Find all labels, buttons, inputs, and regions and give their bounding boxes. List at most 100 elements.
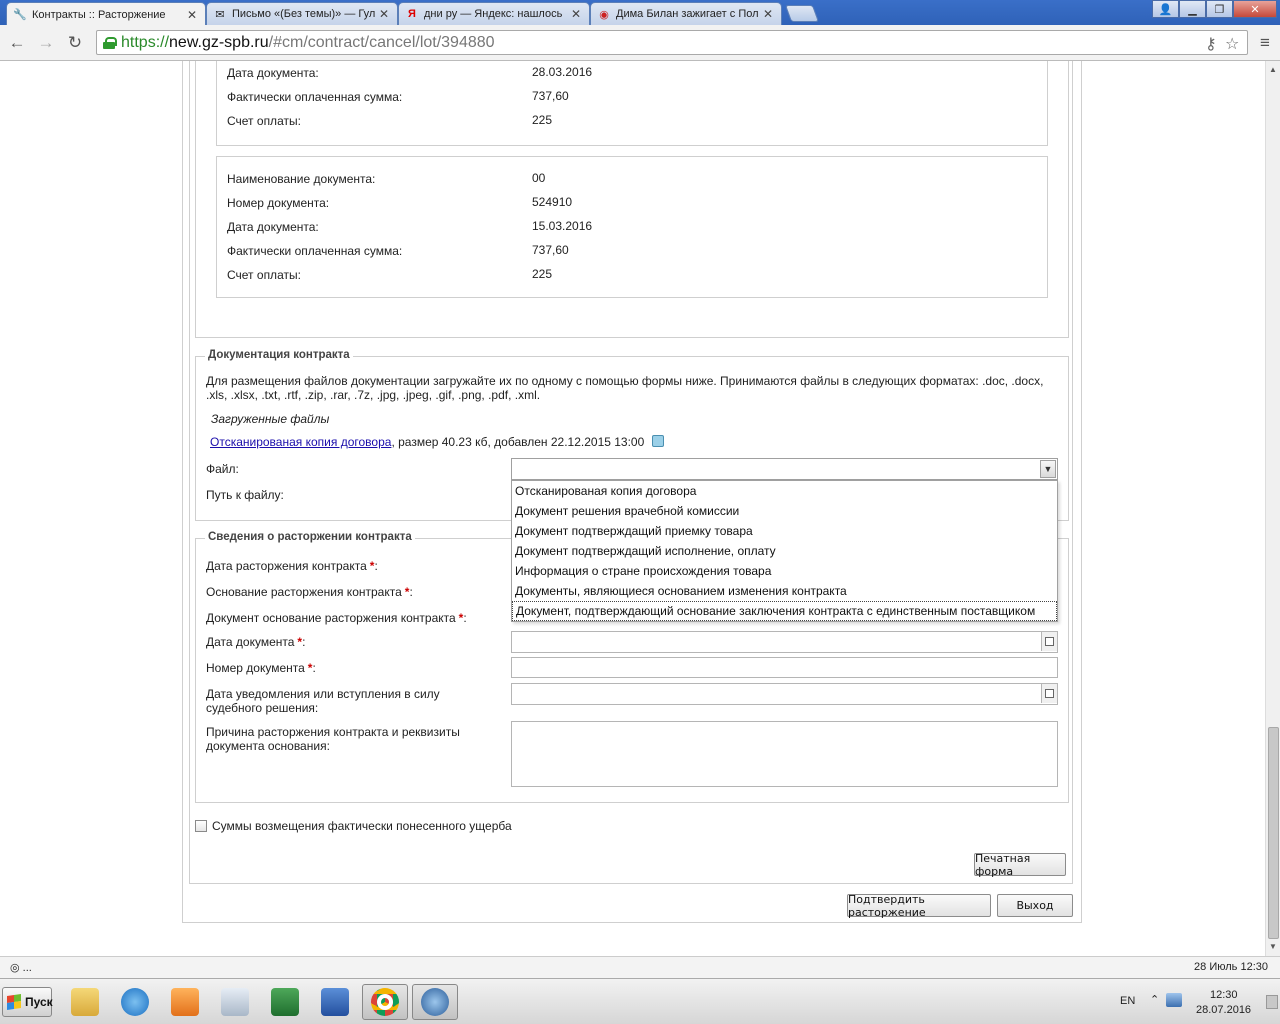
reason-textarea[interactable] xyxy=(511,721,1058,787)
taskbar-ie[interactable] xyxy=(112,984,158,1020)
notice-date-input[interactable] xyxy=(511,683,1058,705)
account-label: Счет оплаты: xyxy=(227,268,301,282)
label-colon: : xyxy=(302,635,306,649)
doc-number-label: Номер документа: xyxy=(227,196,330,210)
doc-number-value: 524910 xyxy=(532,195,573,209)
option-item[interactable]: Информация о стране происхождения товара xyxy=(512,561,1057,581)
file-type-select[interactable]: ▼ xyxy=(511,458,1058,480)
target-icon: ◉ xyxy=(599,8,609,21)
notice-date-label: Дата уведомления или вступления в силу су… xyxy=(206,687,440,715)
wrench-icon: 🔧 xyxy=(13,9,27,21)
new-tab-button[interactable] xyxy=(784,5,820,22)
option-item[interactable]: Документы, являющиеся основанием изменен… xyxy=(512,581,1057,601)
account-value: 225 xyxy=(532,113,553,127)
tray-time[interactable]: 12:30 xyxy=(1210,989,1238,1001)
label-colon: : xyxy=(463,611,467,625)
taskbar-chrome[interactable] xyxy=(362,984,408,1020)
scroll-up-icon[interactable]: ▲ xyxy=(1269,65,1277,74)
address-bar[interactable]: https://new.gz-spb.ru/#cm/contract/cance… xyxy=(96,30,1248,55)
show-desktop-button[interactable] xyxy=(1266,995,1278,1009)
option-item[interactable]: Документ подтверждащий приемку товара xyxy=(512,521,1057,541)
trash-icon[interactable] xyxy=(651,435,664,447)
doc-date-label: Дата документа: xyxy=(227,220,319,234)
chevron-down-icon[interactable]: ▼ xyxy=(1040,460,1056,478)
uploaded-file-link[interactable]: Отсканированая копия договора xyxy=(210,435,391,449)
browser-toolbar: ← → ↻ https://new.gz-spb.ru/#cm/contract… xyxy=(0,25,1280,61)
tray-expand-icon[interactable]: ⌃ xyxy=(1150,993,1159,1006)
status-bar: ◎ ... 28 Июль 12:30 xyxy=(0,956,1280,978)
start-button[interactable]: Пуск xyxy=(2,987,53,1017)
label-text: судебного решения: xyxy=(206,701,319,715)
label-text: Дата расторжения контракта xyxy=(206,559,367,573)
media-player-icon xyxy=(171,988,199,1016)
window-close-button[interactable]: ✕ xyxy=(1233,0,1277,18)
label-text: Дата уведомления или вступления в силу xyxy=(206,687,440,701)
print-form-button[interactable]: Печатная форма xyxy=(974,852,1066,878)
tray-date[interactable]: 28.07.2016 xyxy=(1196,1004,1251,1016)
key-icon[interactable]: ⚷ xyxy=(1205,34,1217,54)
document-date-input[interactable] xyxy=(511,631,1058,653)
taskbar-word[interactable] xyxy=(312,984,358,1020)
tab-title: Письмо «(Без темы)» — Гул xyxy=(232,8,376,20)
close-icon[interactable]: ✕ xyxy=(377,7,391,21)
calculator-icon xyxy=(221,988,249,1016)
paid-sum-label: Фактически оплаченная сумма: xyxy=(227,90,403,104)
language-indicator[interactable]: EN xyxy=(1120,995,1135,1007)
paid-sum-label: Фактически оплаченная сумма: xyxy=(227,244,403,258)
close-icon[interactable]: ✕ xyxy=(569,7,583,21)
damages-checkbox[interactable] xyxy=(195,820,207,832)
account-label: Счет оплаты: xyxy=(227,114,301,128)
tab-yandex[interactable]: Я дни ру — Яндекс: нашлось ✕ xyxy=(398,2,590,25)
close-icon[interactable]: ✕ xyxy=(185,8,199,22)
thunderbird-icon xyxy=(421,988,449,1016)
taskbar-excel[interactable] xyxy=(262,984,308,1020)
label-colon: : xyxy=(312,661,316,675)
documentation-info-text: Для размещения файлов документации загру… xyxy=(206,374,1044,402)
taskbar-explorer[interactable] xyxy=(62,984,108,1020)
scroll-down-icon[interactable]: ▼ xyxy=(1269,942,1277,951)
taskbar-thunderbird[interactable] xyxy=(412,984,458,1020)
menu-icon[interactable]: ≡ xyxy=(1255,33,1275,53)
browser-tab-strip: 🔧 Контракты :: Расторжение ✕ ✉ Письмо «(… xyxy=(0,0,1280,26)
url-text: https://new.gz-spb.ru/#cm/contract/cance… xyxy=(121,34,495,52)
mail-icon: ✉ xyxy=(215,8,225,21)
scrollbar-thumb[interactable] xyxy=(1268,727,1279,939)
termination-date-label: Дата расторжения контракта *: xyxy=(206,559,378,573)
label-colon: : xyxy=(374,559,378,573)
document-number-input[interactable] xyxy=(511,657,1058,678)
paid-sum-value: 737,60 xyxy=(532,89,569,103)
option-item[interactable]: Отсканированая копия договора xyxy=(512,481,1057,501)
taskbar-calculator[interactable] xyxy=(212,984,258,1020)
reload-icon[interactable]: ↻ xyxy=(65,33,85,53)
option-item[interactable]: Документ подтверждащий исполнение, оплат… xyxy=(512,541,1057,561)
tab-video[interactable]: ◉ Дима Билан зажигает с Пол ✕ xyxy=(590,2,782,25)
back-arrow-icon[interactable]: ← xyxy=(7,33,27,53)
forward-arrow-icon[interactable]: → xyxy=(36,33,56,53)
star-icon[interactable]: ☆ xyxy=(1225,34,1239,54)
restore-button[interactable]: ❐ xyxy=(1206,0,1233,18)
doc-date-value: 28.03.2016 xyxy=(532,65,593,79)
exit-button[interactable]: Выход xyxy=(997,894,1073,917)
url-path: /#cm/contract/cancel/lot/394880 xyxy=(268,33,495,51)
network-icon[interactable] xyxy=(1166,993,1182,1007)
option-item[interactable]: Документ решения врачебной комиссии xyxy=(512,501,1057,521)
confirm-termination-button[interactable]: Подтвердить расторжение xyxy=(847,893,991,919)
option-item-highlighted[interactable]: Документ, подтверждающий основание заклю… xyxy=(512,601,1057,621)
minimize-button[interactable]: ▁ xyxy=(1179,0,1206,18)
user-icon[interactable]: 👤 xyxy=(1152,0,1179,18)
tab-contracts[interactable]: 🔧 Контракты :: Расторжение ✕ xyxy=(6,2,206,26)
payment-doc-block: Дата документа: 28.03.2016 Фактически оп… xyxy=(216,61,1048,146)
taskbar-media[interactable] xyxy=(162,984,208,1020)
termination-basis-label: Основание расторжения контракта *: xyxy=(206,585,413,599)
document-number-label: Номер документа *: xyxy=(206,661,316,675)
windows-logo-icon xyxy=(7,994,21,1010)
calendar-icon[interactable] xyxy=(1041,684,1057,703)
tab-mail[interactable]: ✉ Письмо «(Без темы)» — Гул ✕ xyxy=(206,2,398,25)
calendar-icon[interactable] xyxy=(1041,632,1057,651)
close-icon[interactable]: ✕ xyxy=(761,7,775,21)
tab-title: Дима Билан зажигает с Пол xyxy=(616,8,759,20)
page-scrollbar[interactable]: ▲ ▼ xyxy=(1265,61,1280,956)
page-viewport: Дата документа: 28.03.2016 Фактически оп… xyxy=(0,61,1265,956)
uploaded-file-meta: , размер 40.23 кб, добавлен 22.12.2015 1… xyxy=(391,435,645,449)
basis-document-label: Документ основание расторжения контракта… xyxy=(206,611,467,625)
